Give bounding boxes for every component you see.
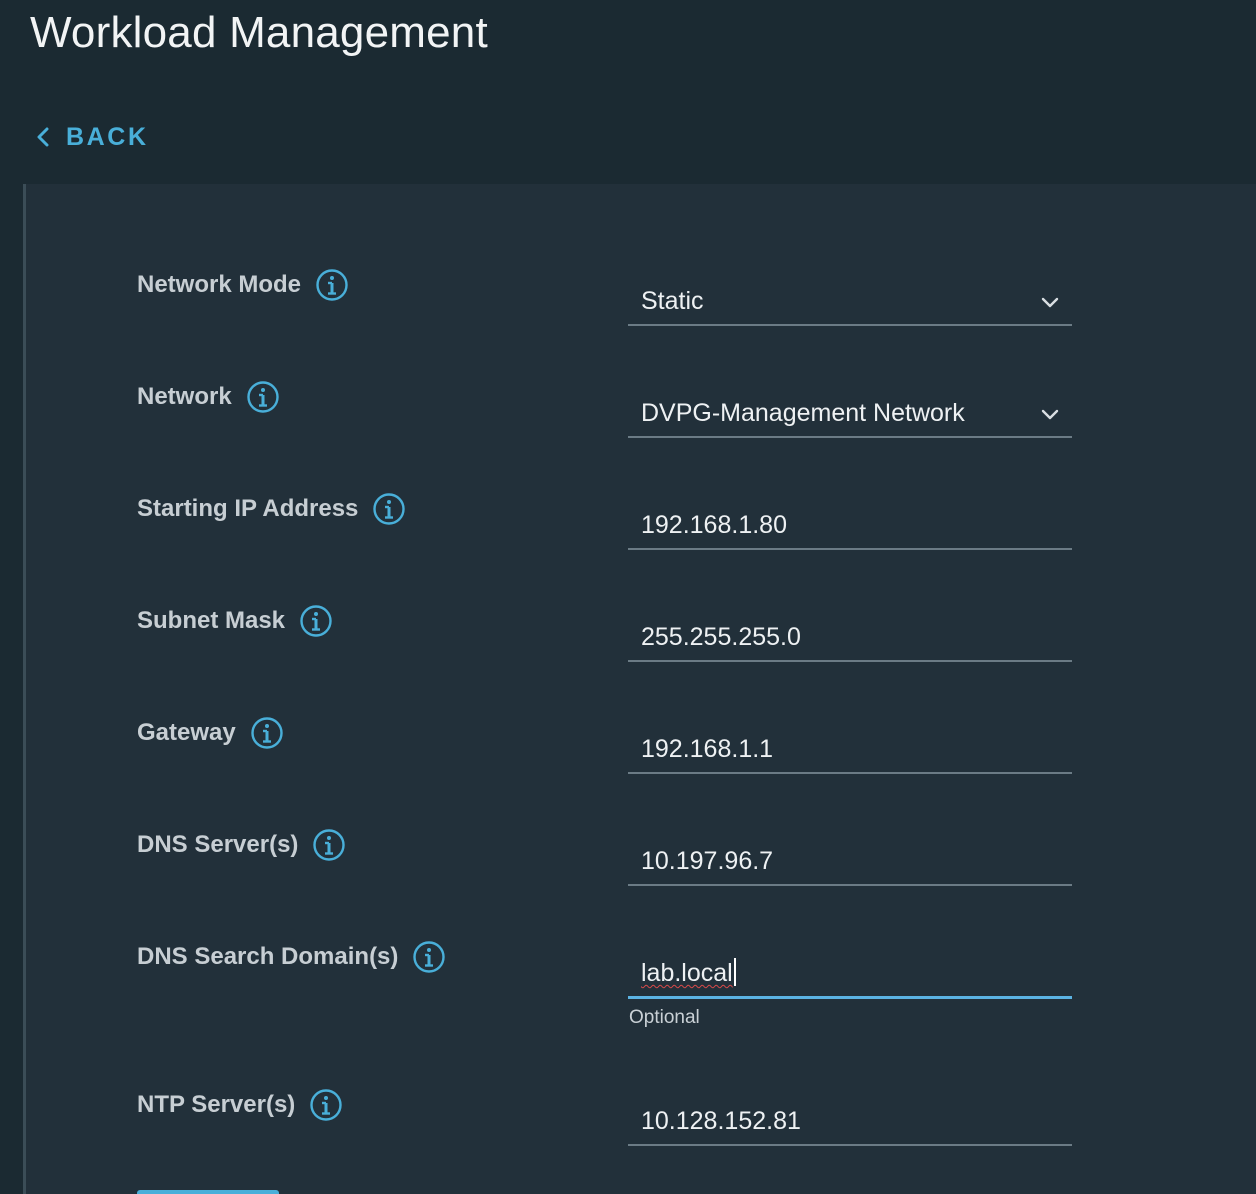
dns-search-domains-label-group: DNS Search Domain(s) [137, 940, 446, 974]
next-button[interactable] [137, 1190, 279, 1194]
info-icon[interactable] [372, 492, 406, 526]
chevron-down-icon [1041, 297, 1059, 308]
dns-search-domains-helper: Optional [629, 1007, 700, 1028]
dns-search-domains-value: lab.local [641, 959, 733, 987]
subnet-mask-label: Subnet Mask [137, 607, 286, 634]
info-icon[interactable] [246, 380, 280, 414]
network-mode-value: Static [641, 287, 704, 315]
info-icon[interactable] [412, 940, 446, 974]
dns-search-domains-value-wrap: lab.local [641, 958, 736, 988]
starting-ip-value: 192.168.1.80 [641, 511, 787, 539]
starting-ip-input[interactable]: 192.168.1.80 [628, 506, 1072, 550]
info-icon[interactable] [299, 604, 333, 638]
dns-servers-label-group: DNS Server(s) [137, 828, 346, 862]
network-settings-panel: Network Mode Static Network DVPG-Managem… [23, 184, 1256, 1194]
text-caret [733, 958, 736, 986]
gateway-label: Gateway [137, 719, 236, 746]
chevron-left-icon [37, 127, 49, 147]
dns-servers-input[interactable]: 10.197.96.7 [628, 842, 1072, 886]
network-select[interactable]: DVPG-Management Network [628, 394, 1072, 438]
chevron-down-icon [1041, 409, 1059, 420]
network-label-group: Network [137, 380, 280, 414]
subnet-mask-input[interactable]: 255.255.255.0 [628, 618, 1072, 662]
gateway-input[interactable]: 192.168.1.1 [628, 730, 1072, 774]
info-icon[interactable] [312, 828, 346, 862]
ntp-servers-label-group: NTP Server(s) [137, 1088, 343, 1122]
gateway-label-group: Gateway [137, 716, 284, 750]
ntp-servers-input[interactable]: 10.128.152.81 [628, 1102, 1072, 1146]
gateway-value: 192.168.1.1 [641, 735, 774, 763]
info-icon[interactable] [315, 268, 349, 302]
dns-search-domains-label: DNS Search Domain(s) [137, 943, 399, 970]
page-title: Workload Management [30, 8, 488, 57]
back-button[interactable]: BACK [34, 120, 149, 154]
network-label: Network [137, 383, 232, 410]
network-mode-label: Network Mode [137, 271, 302, 298]
dns-search-domains-input[interactable]: lab.local [628, 955, 1072, 999]
subnet-mask-label-group: Subnet Mask [137, 604, 333, 638]
info-icon[interactable] [309, 1088, 343, 1122]
dns-servers-label: DNS Server(s) [137, 831, 299, 858]
subnet-mask-value: 255.255.255.0 [641, 623, 801, 651]
network-value: DVPG-Management Network [641, 399, 965, 427]
ntp-servers-value: 10.128.152.81 [641, 1107, 801, 1135]
starting-ip-label: Starting IP Address [137, 495, 359, 522]
starting-ip-label-group: Starting IP Address [137, 492, 406, 526]
info-icon[interactable] [250, 716, 284, 750]
network-mode-select[interactable]: Static [628, 282, 1072, 326]
dns-servers-value: 10.197.96.7 [641, 847, 774, 875]
network-mode-label-group: Network Mode [137, 268, 349, 302]
ntp-servers-label: NTP Server(s) [137, 1091, 296, 1118]
back-label: BACK [66, 122, 149, 151]
